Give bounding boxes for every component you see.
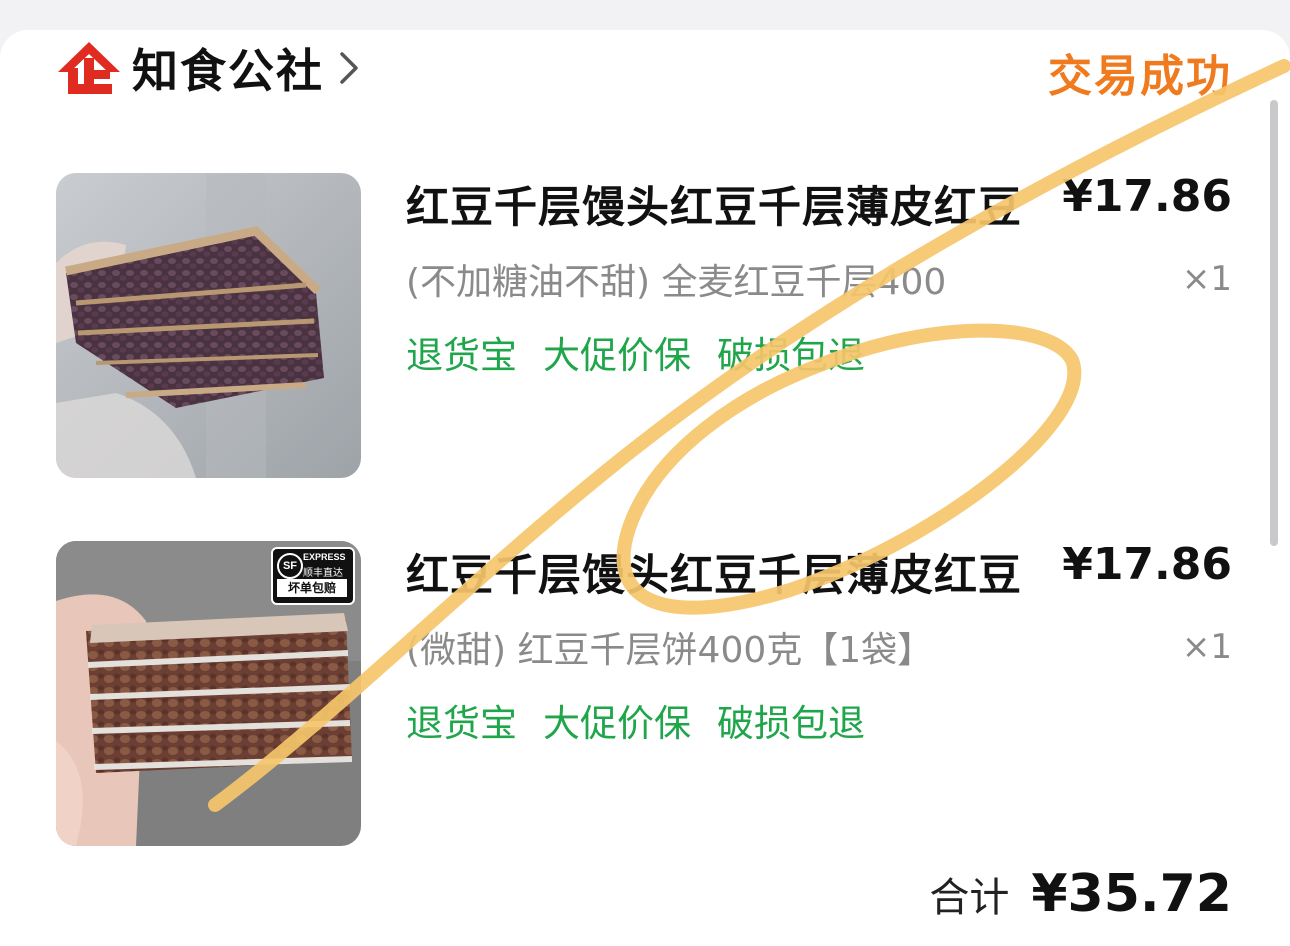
badge-line3: 坏单包赔: [277, 579, 347, 597]
store-name[interactable]: 知食公社: [132, 35, 324, 101]
tag-price-protection: 大促价保: [543, 702, 691, 745]
product-thumbnail[interactable]: SF EXPRESS 顺丰直达 坏单包赔: [56, 541, 361, 846]
product-quantity: ×1: [1181, 259, 1232, 299]
service-tags: 退货宝 大促价保 破损包退: [406, 693, 865, 747]
chevron-right-icon[interactable]: [338, 50, 360, 86]
store-logo-icon: [56, 40, 122, 96]
total-label: 合计: [929, 875, 1010, 921]
badge-line2: 顺丰直达: [303, 568, 343, 579]
scrollbar[interactable]: [1270, 100, 1278, 546]
product-price: ¥17.86: [1062, 171, 1232, 222]
product-price: ¥17.86: [1062, 539, 1232, 590]
store-header[interactable]: 知食公社: [56, 38, 360, 98]
product-quantity: ×1: [1181, 627, 1232, 667]
order-total: 合计 ¥35.72: [929, 864, 1232, 924]
tag-price-protection: 大促价保: [543, 334, 691, 377]
product-title[interactable]: 红豆千层馒头红豆千层薄皮红豆: [406, 541, 1022, 603]
total-value: ¥35.72: [1031, 864, 1232, 924]
order-status: 交易成功: [1048, 51, 1232, 102]
tag-return-insurance: 退货宝: [406, 334, 517, 377]
product-title[interactable]: 红豆千层馒头红豆千层薄皮红豆: [406, 173, 1022, 235]
service-tags: 退货宝 大促价保 破损包退: [406, 325, 865, 379]
tag-damage-refund: 破损包退: [717, 702, 865, 745]
express-badge: SF EXPRESS 顺丰直达 坏单包赔: [271, 547, 355, 605]
product-item[interactable]: SF EXPRESS 顺丰直达 坏单包赔 红豆千层馒头红豆千层薄皮红豆 (微甜)…: [56, 539, 1232, 849]
product-spec[interactable]: (不加糖油不甜) 全麦红豆千层400: [406, 253, 946, 305]
tag-damage-refund: 破损包退: [717, 334, 865, 377]
product-spec[interactable]: (微甜) 红豆千层饼400克【1袋】: [406, 621, 933, 673]
tag-return-insurance: 退货宝: [406, 702, 517, 745]
badge-line1: EXPRESS: [303, 552, 346, 562]
product-item[interactable]: 红豆千层馒头红豆千层薄皮红豆 (不加糖油不甜) 全麦红豆千层400 退货宝 大促…: [56, 171, 1232, 481]
product-thumbnail[interactable]: [56, 173, 361, 478]
sf-logo-icon: SF: [277, 553, 303, 579]
